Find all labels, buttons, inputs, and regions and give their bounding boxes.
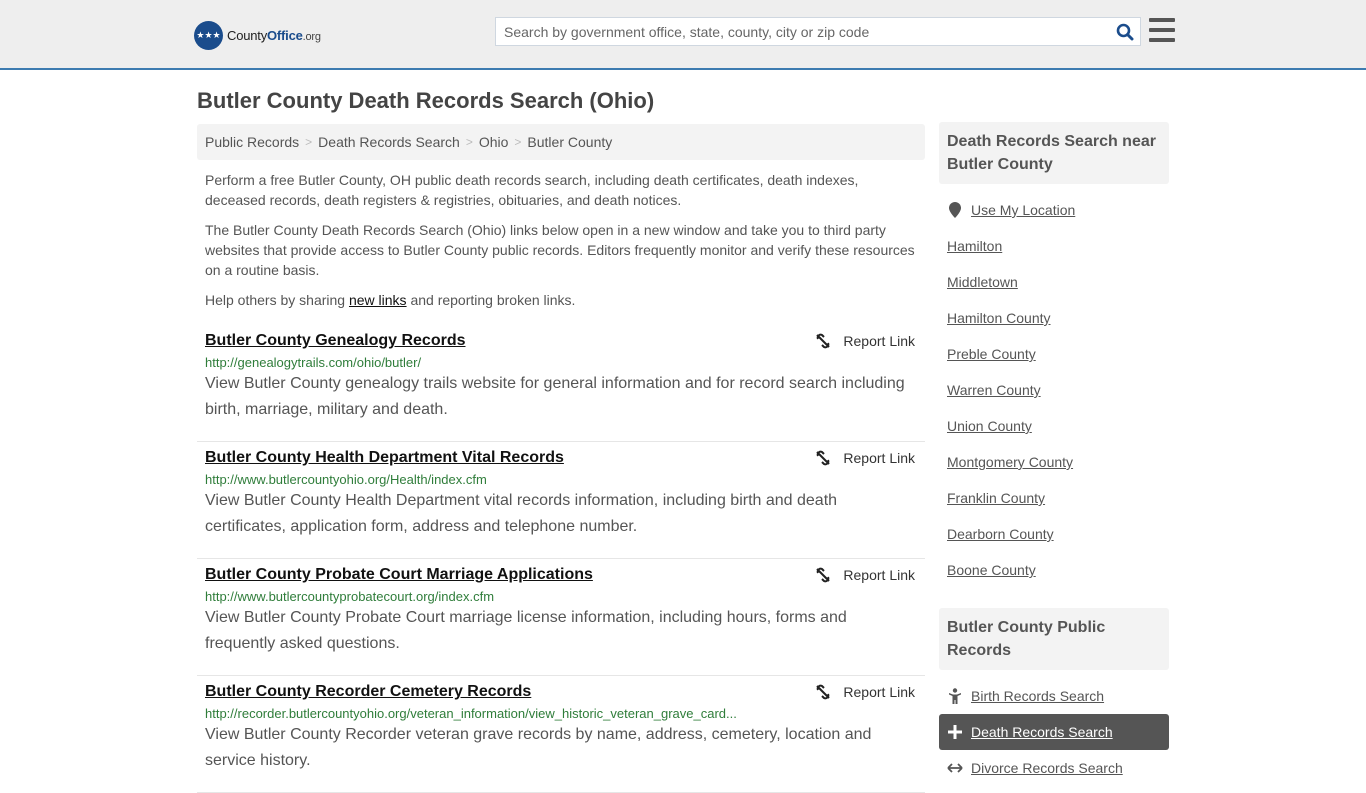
- logo-brand: Office: [267, 27, 303, 43]
- nearby-link-hamilton[interactable]: Hamilton: [947, 238, 1002, 254]
- nearby-link-warren-county[interactable]: Warren County: [947, 382, 1041, 398]
- search-icon: [1116, 23, 1134, 40]
- search-button[interactable]: [1110, 18, 1140, 45]
- nearby-link-montgomery-county[interactable]: Montgomery County: [947, 454, 1073, 470]
- nearby-item: Preble County: [947, 336, 1161, 372]
- public-record-item: Divorce Records Search: [947, 750, 1161, 786]
- nearby-item: Hamilton County: [947, 300, 1161, 336]
- arrows-horizontal-icon: [947, 762, 963, 774]
- eagle-stars-icon: ★★★: [194, 20, 223, 50]
- nearby-item: Montgomery County: [947, 444, 1161, 480]
- record-title-link[interactable]: Butler County Recorder Cemetery Records: [205, 683, 531, 701]
- record-title-link[interactable]: Butler County Genealogy Records: [205, 332, 466, 350]
- nearby-list: Use My Location Hamilton Middletown Hami…: [939, 192, 1169, 588]
- page-title: Butler County Death Records Search (Ohio…: [197, 88, 655, 113]
- public-records-heading: Butler County Public Records: [939, 608, 1169, 670]
- new-links-link[interactable]: new links: [349, 292, 407, 308]
- public-record-item-active: Death Records Search: [939, 714, 1169, 750]
- death-records-search-link[interactable]: Death Records Search: [971, 724, 1113, 740]
- nearby-link-preble-county[interactable]: Preble County: [947, 346, 1036, 362]
- nearby-item: Dearborn County: [947, 516, 1161, 552]
- breadcrumb-separator: >: [465, 135, 473, 149]
- broken-link-icon: [816, 450, 831, 466]
- child-icon: [947, 688, 963, 704]
- nearby-link-franklin-county[interactable]: Franklin County: [947, 490, 1045, 506]
- nearby-link-hamilton-county[interactable]: Hamilton County: [947, 310, 1051, 326]
- search-input[interactable]: [496, 18, 1110, 45]
- report-link-button[interactable]: Report Link: [815, 333, 915, 349]
- divorce-records-search-link[interactable]: Divorce Records Search: [971, 760, 1123, 776]
- intro-paragraph-1: Perform a free Butler County, OH public …: [205, 172, 859, 208]
- breadcrumb-public-records[interactable]: Public Records: [205, 134, 299, 150]
- nearby-item: Warren County: [947, 372, 1161, 408]
- plus-icon: [947, 725, 963, 739]
- hamburger-menu-icon[interactable]: [1149, 18, 1175, 42]
- record-url: http://www.butlercountyprobatecourt.org/…: [205, 589, 495, 604]
- breadcrumb-separator: >: [305, 135, 313, 149]
- record-title-link[interactable]: Butler County Health Department Vital Re…: [205, 449, 564, 467]
- nearby-link-union-county[interactable]: Union County: [947, 418, 1032, 434]
- nearby-heading: Death Records Search near Butler County: [939, 122, 1169, 184]
- record-url: http://genealogytrails.com/ohio/butler/: [205, 355, 422, 370]
- record-description: View Butler County Probate Court marriag…: [205, 609, 847, 652]
- nearby-item: Hamilton: [947, 228, 1161, 264]
- sidebar: Death Records Search near Butler County …: [939, 122, 1169, 786]
- record-item: Butler County Genealogy Records Report L…: [197, 325, 925, 442]
- breadcrumb-ohio[interactable]: Ohio: [479, 134, 509, 150]
- nearby-link-middletown[interactable]: Middletown: [947, 274, 1018, 290]
- nearby-link-dearborn-county[interactable]: Dearborn County: [947, 526, 1054, 542]
- breadcrumb: Public Records > Death Records Search > …: [197, 124, 925, 160]
- nearby-item: Middletown: [947, 264, 1161, 300]
- logo-prefix: County: [227, 27, 267, 43]
- intro-text: Perform a free Butler County, OH public …: [205, 170, 920, 320]
- intro-paragraph-2: The Butler County Death Records Search (…: [205, 222, 915, 278]
- record-description: View Butler County Health Department vit…: [205, 492, 838, 535]
- record-item: Butler County Recorder Cemetery Records …: [197, 676, 925, 793]
- nearby-item: Boone County: [947, 552, 1161, 588]
- nearby-item: Union County: [947, 408, 1161, 444]
- site-header: ★★★ CountyOffice.org: [0, 0, 1366, 70]
- use-my-location-item: Use My Location: [947, 192, 1161, 228]
- public-record-item: Birth Records Search: [947, 678, 1161, 714]
- record-item: Butler County Probate Court Marriage App…: [197, 559, 925, 676]
- site-logo[interactable]: ★★★ CountyOffice.org: [194, 20, 321, 50]
- birth-records-search-link[interactable]: Birth Records Search: [971, 688, 1104, 704]
- use-my-location-link[interactable]: Use My Location: [971, 202, 1075, 218]
- report-link-button[interactable]: Report Link: [815, 567, 915, 583]
- record-url: http://www.butlercountyohio.org/Health/i…: [205, 472, 487, 487]
- map-marker-icon: [947, 202, 963, 218]
- breadcrumb-death-records-search[interactable]: Death Records Search: [318, 134, 460, 150]
- report-link-button[interactable]: Report Link: [815, 684, 915, 700]
- nearby-link-boone-county[interactable]: Boone County: [947, 562, 1036, 578]
- record-url: http://recorder.butlercountyohio.org/vet…: [205, 706, 737, 721]
- search-bar: [495, 17, 1141, 46]
- record-description: View Butler County Recorder veteran grav…: [205, 726, 872, 769]
- report-link-button[interactable]: Report Link: [815, 450, 915, 466]
- broken-link-icon: [816, 567, 831, 583]
- broken-link-icon: [816, 333, 831, 349]
- records-list: Butler County Genealogy Records Report L…: [197, 325, 925, 793]
- logo-suffix: .org: [302, 30, 321, 43]
- record-description: View Butler County genealogy trails webs…: [205, 375, 905, 418]
- intro-paragraph-3: Help others by sharing new links and rep…: [205, 292, 576, 308]
- nearby-item: Franklin County: [947, 480, 1161, 516]
- breadcrumb-butler-county[interactable]: Butler County: [527, 134, 612, 150]
- record-title-link[interactable]: Butler County Probate Court Marriage App…: [205, 566, 593, 584]
- record-item: Butler County Health Department Vital Re…: [197, 442, 925, 559]
- breadcrumb-separator: >: [514, 135, 522, 149]
- broken-link-icon: [816, 684, 831, 700]
- public-records-list: Birth Records Search Death Records Searc…: [939, 678, 1169, 786]
